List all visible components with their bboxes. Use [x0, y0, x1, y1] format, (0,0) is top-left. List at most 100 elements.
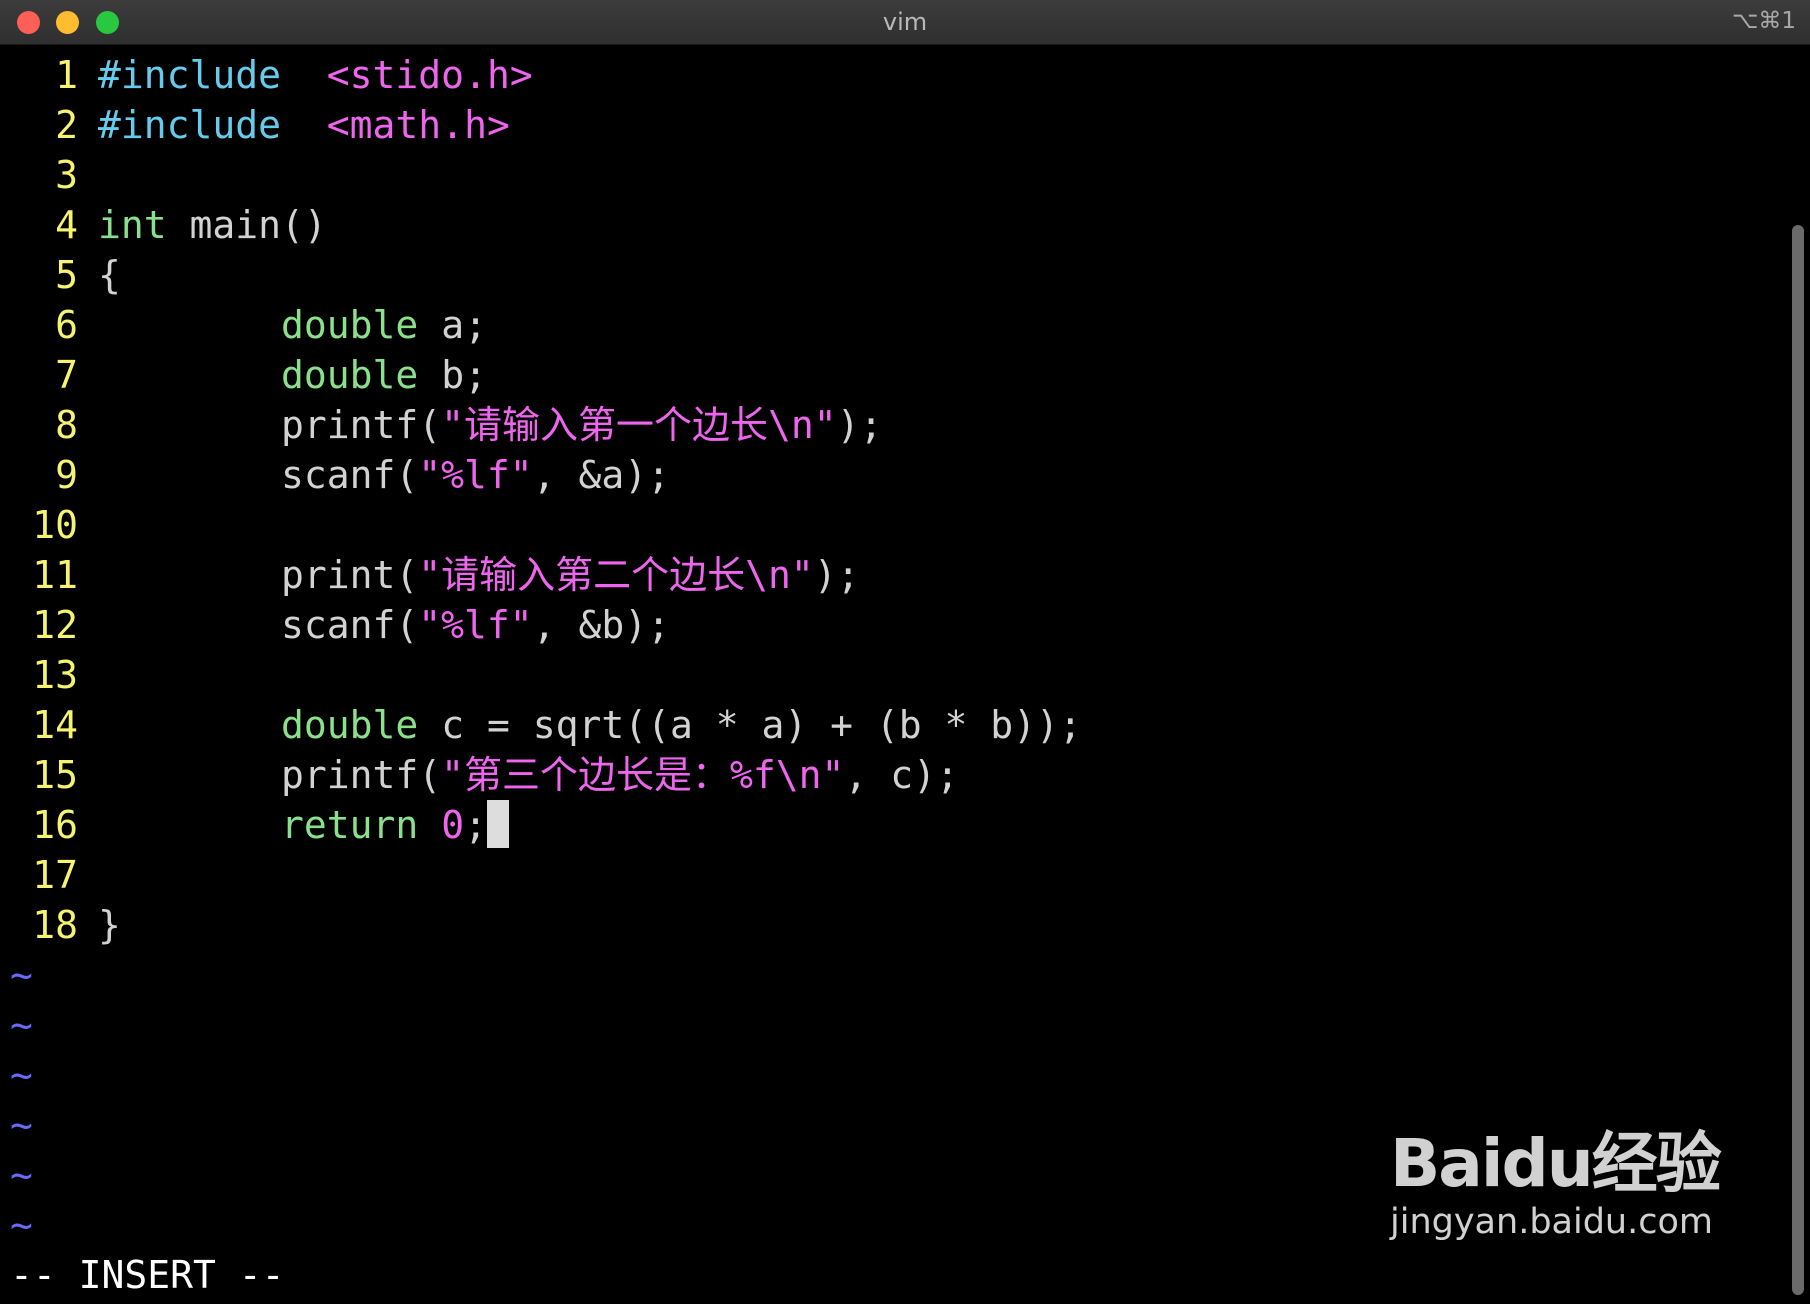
code-line[interactable]: 17	[0, 850, 1780, 900]
code-token: scanf(	[98, 603, 419, 647]
line-number: 6	[55, 303, 78, 347]
code-text: scanf("%lf", &b);	[98, 600, 670, 650]
code-token: "请输入第二个边长\n"	[418, 553, 814, 597]
code-text: return 0;	[98, 800, 509, 850]
code-text: int main()	[98, 200, 327, 250]
mode-indicator: -- INSERT --	[10, 1253, 285, 1297]
code-token: b;	[418, 353, 487, 397]
code-text: print("请输入第二个边长\n");	[98, 550, 860, 600]
code-line[interactable]: 15 printf("第三个边长是：%f\n", c);	[0, 750, 1780, 800]
code-line[interactable]: 12 scanf("%lf", &b);	[0, 600, 1780, 650]
watermark-url: jingyan.baidu.com	[1390, 1202, 1713, 1242]
code-token: }	[98, 903, 121, 947]
code-line[interactable]: 7 double b;	[0, 350, 1780, 400]
code-text: {	[98, 250, 121, 300]
code-line[interactable]: 3	[0, 150, 1780, 200]
code-token: printf(	[98, 753, 442, 797]
code-line[interactable]: 11 print("请输入第二个边长\n");	[0, 550, 1780, 600]
code-token: "%lf"	[418, 603, 533, 647]
line-number: 5	[55, 253, 78, 297]
line-number: 14	[32, 703, 78, 747]
code-token: );	[836, 403, 883, 447]
code-token: printf(	[98, 403, 442, 447]
code-token: );	[813, 553, 860, 597]
line-number: 1	[55, 53, 78, 97]
line-number: 2	[55, 103, 78, 147]
window-shortcut: ⌥⌘1	[1731, 8, 1796, 34]
line-number: 10	[32, 503, 78, 547]
code-line[interactable]: 16 return 0;	[0, 800, 1780, 850]
code-token: "请输入第一个边长\n"	[441, 403, 837, 447]
code-token: c = sqrt((a * a) + (b * b));	[418, 703, 1082, 747]
code-text: double c = sqrt((a * a) + (b * b));	[98, 700, 1082, 750]
code-token: print(	[98, 553, 419, 597]
line-number: 16	[32, 803, 78, 847]
line-number: 18	[32, 903, 78, 947]
line-number: 8	[55, 403, 78, 447]
line-number: 15	[32, 753, 78, 797]
code-token: <math.h>	[326, 103, 510, 147]
code-text: double b;	[98, 350, 487, 400]
code-token: scanf(	[98, 453, 419, 497]
code-line[interactable]: 13	[0, 650, 1780, 700]
code-token: , c);	[844, 753, 959, 797]
code-line[interactable]: 5{	[0, 250, 1780, 300]
code-line[interactable]: 8 printf("请输入第一个边长\n");	[0, 400, 1780, 450]
code-token: double	[281, 353, 419, 397]
code-line[interactable]: 2 #include <math.h>	[0, 100, 1780, 150]
code-text: #include <math.h>	[98, 100, 510, 150]
empty-line-tilde: ~	[10, 953, 33, 997]
code-token: 0	[441, 803, 465, 847]
code-token: int	[98, 203, 167, 247]
empty-line-tilde: ~	[10, 1003, 33, 1047]
scrollbar-thumb[interactable]	[1792, 225, 1804, 1295]
code-token: "%lf"	[418, 453, 533, 497]
code-token: double	[281, 703, 419, 747]
code-line[interactable]: 14 double c = sqrt((a * a) + (b * b));	[0, 700, 1780, 750]
code-text: }	[98, 900, 121, 950]
baidu-watermark: Baidu经验 jingyan.baidu.com	[1390, 1110, 1722, 1242]
code-token: a;	[418, 303, 487, 347]
line-number: 17	[32, 853, 78, 897]
code-text: scanf("%lf", &a);	[98, 450, 670, 500]
baidu-logo: Baidu经验	[1390, 1125, 1722, 1202]
code-line[interactable]: 6 double a;	[0, 300, 1780, 350]
code-token: #include	[98, 53, 282, 97]
vim-editor-buffer[interactable]: 1 #include <stido.h> 2 #include <math.h> 3 4 i…	[0, 50, 1780, 1250]
terminal-window: vim ⌥⌘1 1 #include <stido.h> 2 #include <ma…	[0, 0, 1810, 1304]
code-line[interactable]: 1 #include <stido.h>	[0, 50, 1780, 100]
code-token: "第三个边长是：%f\n"	[441, 753, 845, 797]
code-token: main()	[166, 203, 327, 247]
code-text: printf("请输入第一个边长\n");	[98, 400, 882, 450]
code-token: ;	[464, 803, 487, 847]
line-number: 12	[32, 603, 78, 647]
code-token: , &a);	[532, 453, 670, 497]
line-number: 7	[55, 353, 78, 397]
code-line[interactable]: 9 scanf("%lf", &a);	[0, 450, 1780, 500]
title-bar[interactable]: vim ⌥⌘1	[0, 0, 1810, 45]
code-token: return	[281, 803, 419, 847]
code-token: , &b);	[532, 603, 670, 647]
text-cursor	[486, 800, 509, 848]
code-line[interactable]: 10	[0, 500, 1780, 550]
line-number: 9	[55, 453, 78, 497]
line-number: 4	[55, 203, 78, 247]
code-line[interactable]: 18}	[0, 900, 1780, 950]
line-number: 13	[32, 653, 78, 697]
code-token: {	[98, 253, 121, 297]
code-token: #include	[98, 103, 282, 147]
code-line[interactable]: 4 int main()	[0, 200, 1780, 250]
code-text: double a;	[98, 300, 487, 350]
window-title: vim	[882, 8, 928, 36]
code-token: double	[281, 303, 419, 347]
empty-line-tilde: ~	[10, 1053, 33, 1097]
line-number: 3	[55, 153, 78, 197]
code-token: <stido.h>	[326, 53, 533, 97]
